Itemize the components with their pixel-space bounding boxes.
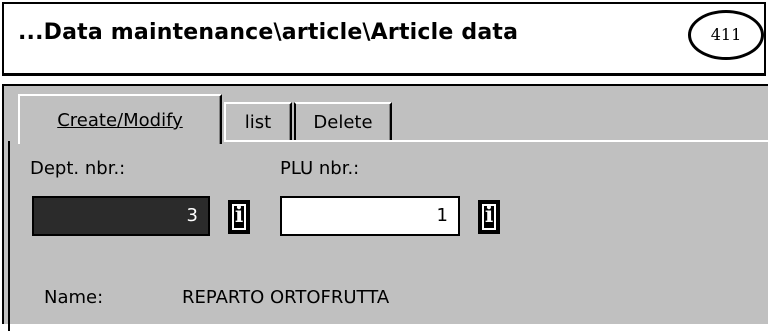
tab-label: Create/Modify [57, 110, 183, 131]
tab-delete[interactable]: Delete [294, 102, 392, 142]
tab-list[interactable]: list [224, 102, 292, 142]
tab-create-modify[interactable]: Create/Modify [18, 94, 222, 144]
screen-code-badge: 411 [688, 10, 764, 60]
tab-label: list [244, 112, 272, 133]
article-form-panel: Create/Modify list Delete Dept. nbr.: PL… [2, 84, 768, 331]
dept-info-icon[interactable]: i [228, 200, 250, 234]
dept-nbr-field[interactable]: 3 [32, 196, 210, 236]
tab-label: Delete [313, 112, 373, 133]
name-value: REPARTO ORTOFRUTTA [182, 287, 390, 308]
plu-nbr-field[interactable]: 1 [280, 196, 460, 236]
plu-info-icon[interactable]: i [478, 200, 500, 234]
panel-border [8, 141, 10, 331]
name-label: Name: [44, 287, 104, 308]
dept-nbr-label: Dept. nbr.: [30, 158, 126, 179]
tab-divider [226, 140, 768, 142]
plu-nbr-label: PLU nbr.: [280, 158, 360, 179]
breadcrumb: ...Data maintenance\article\Article data [18, 20, 519, 45]
title-bar: ...Data maintenance\article\Article data… [2, 2, 766, 76]
